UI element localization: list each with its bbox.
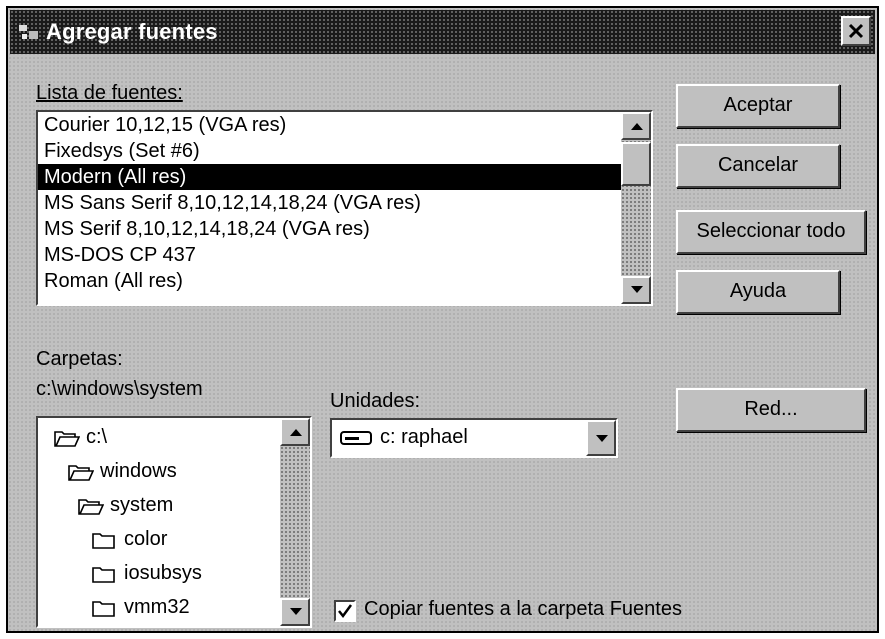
close-button[interactable] bbox=[841, 16, 871, 46]
folder-item-label: c:\ bbox=[86, 426, 108, 448]
folder-scroll-down-button[interactable] bbox=[280, 598, 310, 626]
folder-list[interactable]: c:\ windows system color iosubsys vmm32 bbox=[36, 416, 312, 628]
add-fonts-dialog: Agregar fuentes Lista de fuentes: Courie… bbox=[6, 6, 879, 633]
accept-button[interactable]: Aceptar bbox=[676, 84, 840, 128]
open-folder-icon bbox=[68, 465, 94, 481]
drives-label: Unidades: bbox=[330, 390, 421, 412]
close-icon bbox=[848, 23, 864, 39]
title-bar[interactable]: Agregar fuentes bbox=[10, 10, 875, 54]
closed-folder-icon bbox=[92, 601, 115, 617]
font-list-item[interactable]: Courier 10,12,15 (VGA res) bbox=[38, 112, 651, 138]
app-icon bbox=[19, 25, 38, 39]
folder-item[interactable]: windows bbox=[38, 454, 310, 488]
folder-item-label: iosubsys bbox=[124, 562, 202, 584]
folders-label: Carpetas: bbox=[36, 348, 123, 370]
select-all-button[interactable]: Seleccionar todo bbox=[676, 210, 866, 254]
help-button[interactable]: Ayuda bbox=[676, 270, 840, 314]
folder-item[interactable]: iosubsys bbox=[38, 556, 310, 590]
current-path: c:\windows\system bbox=[36, 378, 203, 400]
drive-value: c: raphael bbox=[380, 426, 468, 448]
scroll-down-icon bbox=[290, 608, 302, 615]
network-button[interactable]: Red... bbox=[676, 388, 866, 432]
copy-fonts-checkbox[interactable] bbox=[334, 600, 356, 622]
folder-scroll-up-button[interactable] bbox=[280, 418, 310, 446]
font-list[interactable]: Courier 10,12,15 (VGA res) Fixedsys (Set … bbox=[36, 110, 653, 306]
scroll-up-icon bbox=[290, 429, 302, 436]
scroll-up-icon bbox=[631, 123, 643, 130]
scroll-thumb[interactable] bbox=[621, 142, 651, 186]
drive-select[interactable]: c: raphael bbox=[330, 418, 618, 458]
font-list-item[interactable]: MS Sans Serif 8,10,12,14,18,24 (VGA res) bbox=[38, 190, 651, 216]
drive-icon bbox=[340, 431, 372, 445]
font-list-item[interactable]: Modern (All res) bbox=[38, 164, 651, 190]
dropdown-arrow-icon bbox=[596, 435, 608, 442]
checkmark-icon bbox=[338, 604, 353, 619]
folder-item[interactable]: vmm32 bbox=[38, 590, 310, 624]
font-list-item[interactable]: Roman (All res) bbox=[38, 268, 651, 294]
open-folder-icon bbox=[78, 499, 104, 515]
folder-item-label: vmm32 bbox=[124, 596, 190, 618]
font-list-item[interactable]: MS-DOS CP 437 bbox=[38, 242, 651, 268]
scroll-down-icon bbox=[631, 286, 643, 293]
cancel-button[interactable]: Cancelar bbox=[676, 144, 840, 188]
copy-fonts-label[interactable]: Copiar fuentes a la carpeta Fuentes bbox=[364, 598, 682, 621]
closed-folder-icon bbox=[92, 533, 115, 549]
drive-dropdown-button[interactable] bbox=[586, 420, 616, 456]
folder-item[interactable]: system bbox=[38, 488, 310, 522]
folder-item-label: system bbox=[110, 494, 174, 516]
folder-item-label: color bbox=[124, 528, 168, 550]
folder-item[interactable]: c:\ bbox=[38, 420, 310, 454]
font-list-label: Lista de fuentes: bbox=[36, 82, 183, 104]
window-title: Agregar fuentes bbox=[46, 19, 218, 44]
open-folder-icon bbox=[54, 431, 80, 447]
folder-item-label: windows bbox=[100, 460, 177, 482]
scroll-up-button[interactable] bbox=[621, 112, 651, 140]
scroll-down-button[interactable] bbox=[621, 276, 651, 304]
font-list-item[interactable]: Fixedsys (Set #6) bbox=[38, 138, 651, 164]
font-list-item[interactable]: MS Serif 8,10,12,14,18,24 (VGA res) bbox=[38, 216, 651, 242]
font-list-scrollbar[interactable] bbox=[621, 112, 651, 304]
folder-list-scrollbar[interactable] bbox=[280, 418, 310, 626]
folder-item[interactable]: color bbox=[38, 522, 310, 556]
closed-folder-icon bbox=[92, 567, 115, 583]
